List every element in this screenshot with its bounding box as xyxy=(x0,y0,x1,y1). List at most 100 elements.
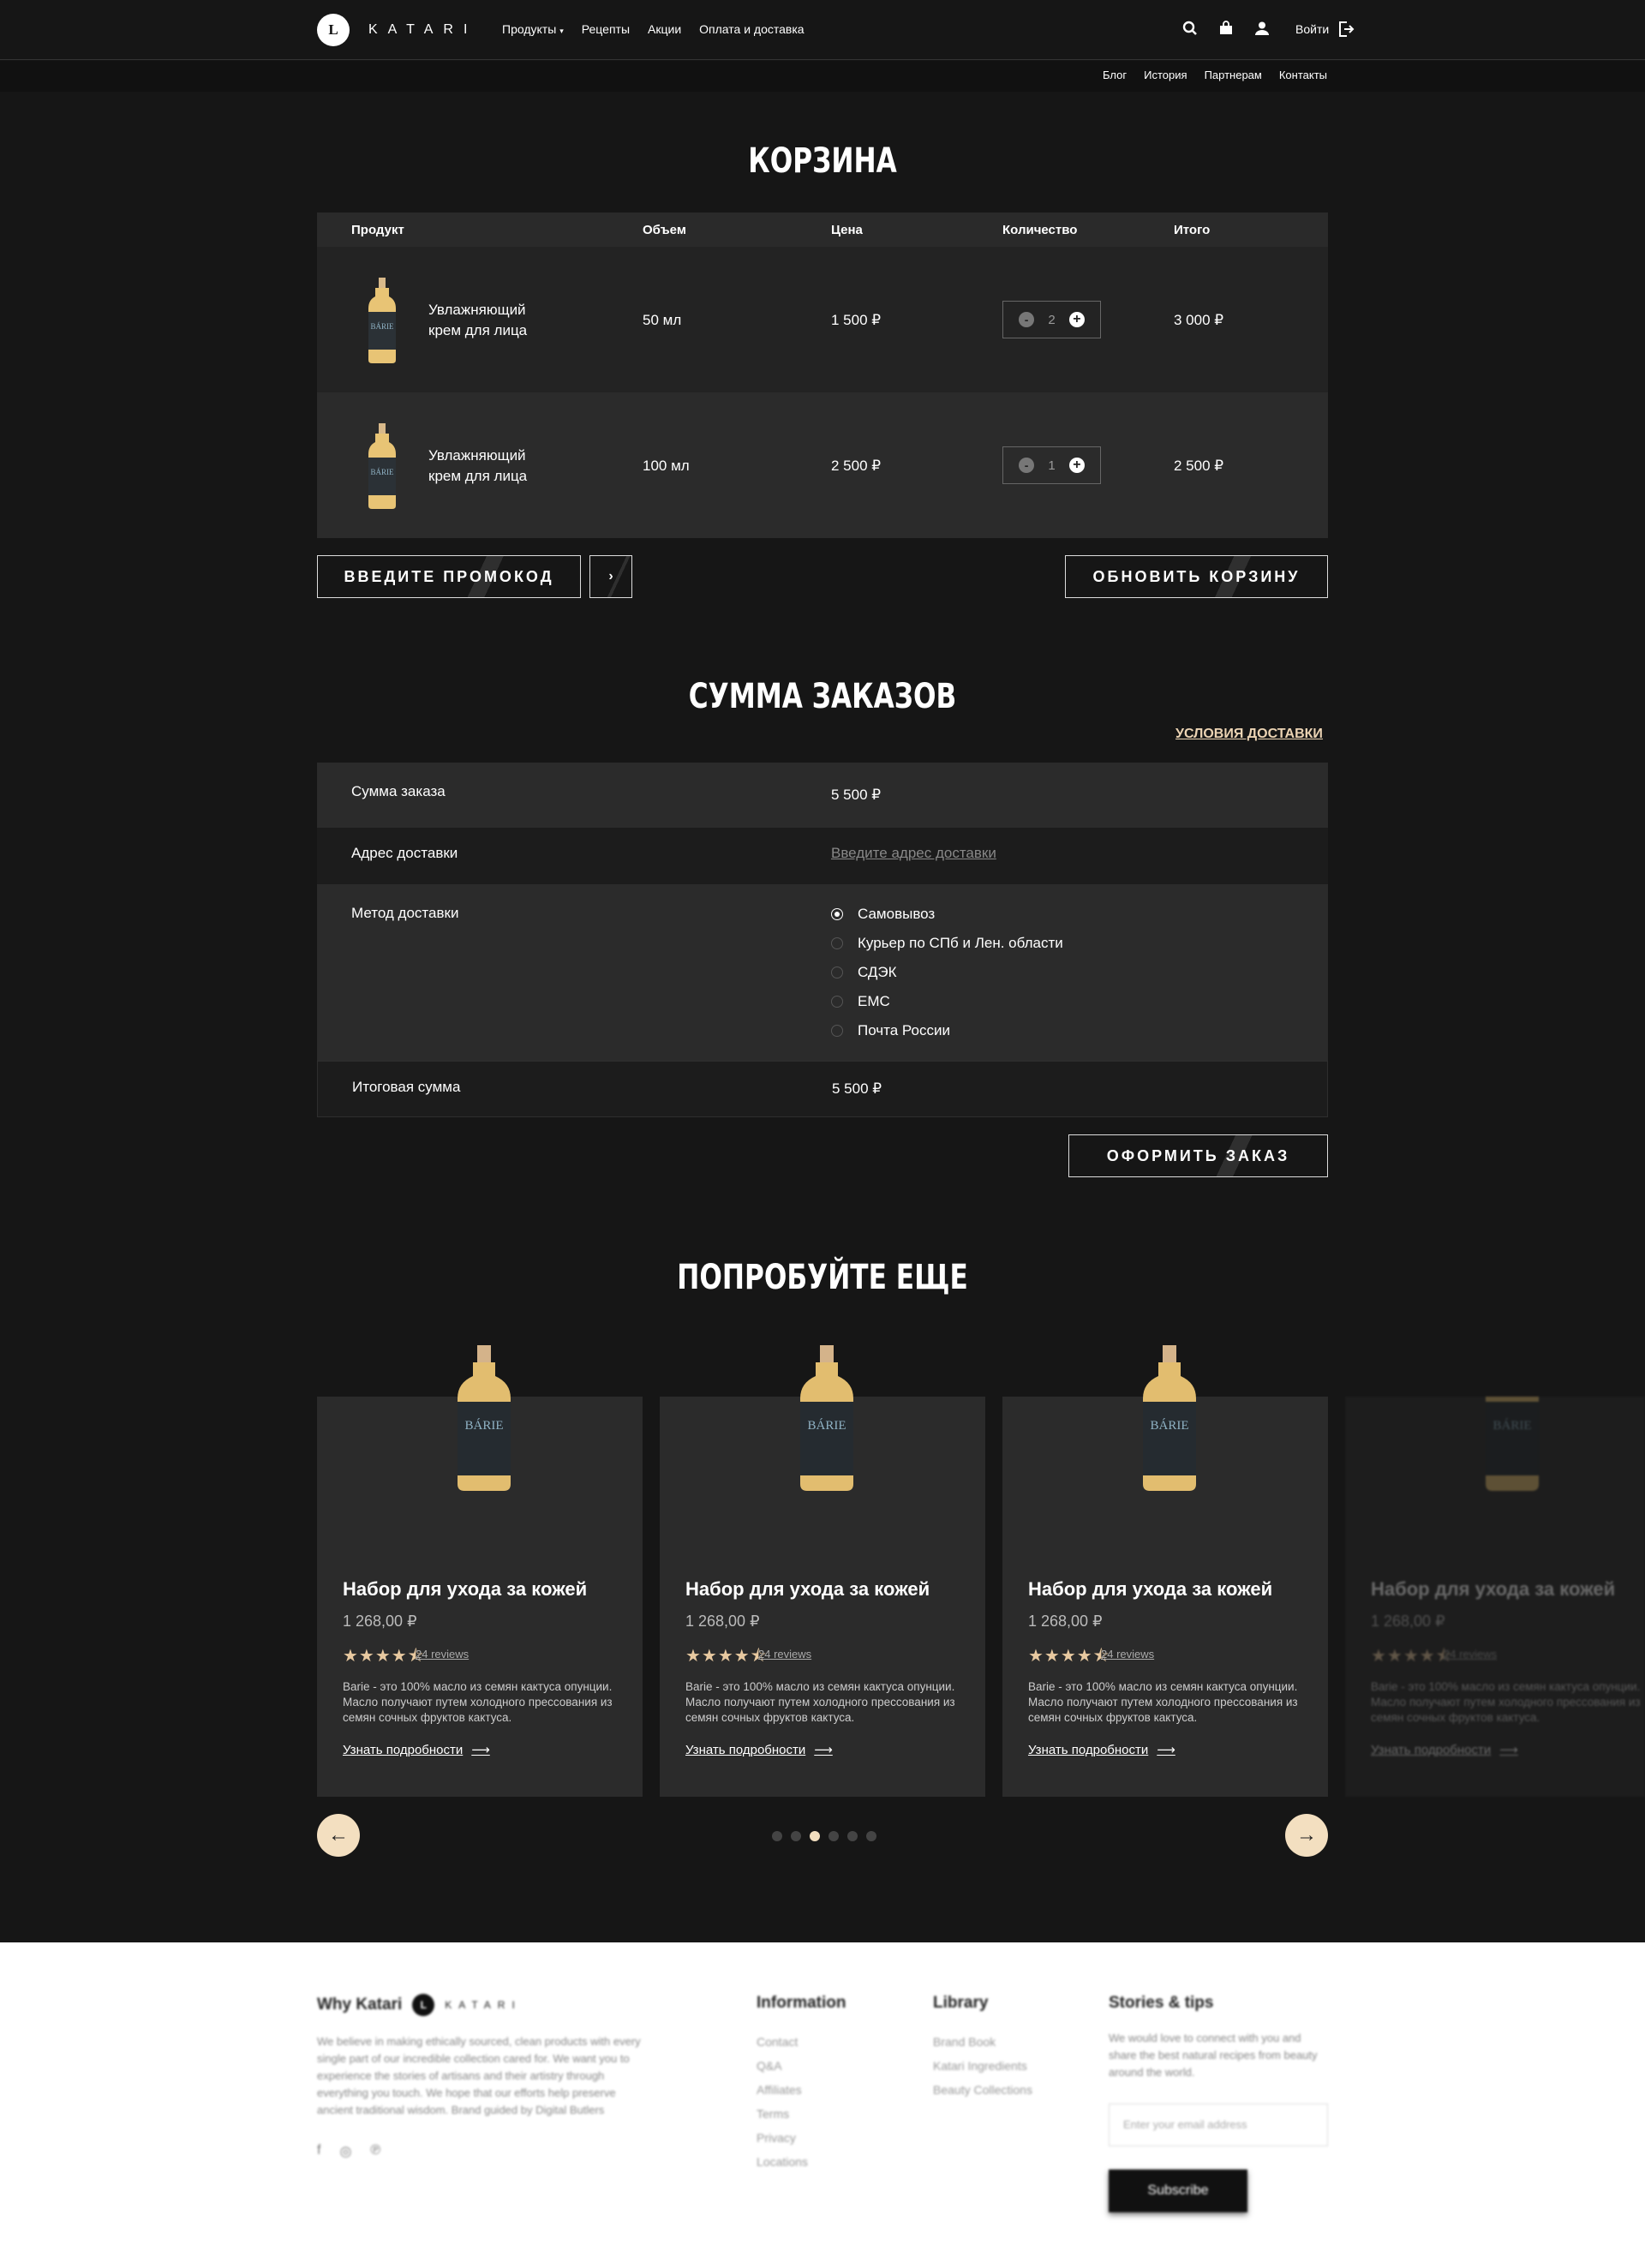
product-image[interactable]: BÁRIE xyxy=(1140,1345,1199,1491)
radio-dot xyxy=(831,908,843,920)
nav-payment-delivery[interactable]: Оплата и доставка xyxy=(699,22,804,36)
product-price: 1 268,00 ₽ xyxy=(685,1613,760,1630)
rating-stars: ★★★★⯪ xyxy=(1371,1647,1453,1666)
radio-dot xyxy=(831,996,843,1008)
carousel-dot[interactable] xyxy=(828,1831,839,1841)
chevron-down-icon: ▾ xyxy=(559,27,564,35)
product-thumbnail[interactable]: BÁRIE xyxy=(365,423,399,509)
subscribe-button[interactable]: Subscribe xyxy=(1109,2169,1247,2212)
rating-stars: ★★★★⯪ xyxy=(1028,1647,1110,1666)
search-icon[interactable] xyxy=(1181,19,1199,38)
product-card[interactable]: BÁRIE Набор для ухода за кожей 1 268,00 … xyxy=(1002,1345,1328,1797)
carousel-dot[interactable] xyxy=(791,1831,801,1841)
product-card[interactable]: BÁRIE Набор для ухода за кожей 1 268,00 … xyxy=(660,1345,985,1797)
radio-ems[interactable]: EMC xyxy=(831,987,1063,1016)
pinterest-icon[interactable]: ℗ xyxy=(370,2143,380,2160)
delivery-terms-link[interactable]: УСЛОВИЯ ДОСТАВКИ xyxy=(1175,727,1323,742)
carousel-dot-active[interactable] xyxy=(810,1831,820,1841)
footer-link[interactable]: Contact xyxy=(757,2030,846,2054)
arrow-right-icon: ⟶ xyxy=(1157,1743,1175,1757)
footer-link[interactable]: Affiliates xyxy=(757,2078,846,2102)
footer-link[interactable]: Q&A xyxy=(757,2054,846,2078)
carousel-dot[interactable] xyxy=(772,1831,782,1841)
subnav-partners[interactable]: Партнерам xyxy=(1205,69,1262,81)
product-card[interactable]: BÁRIE Набор для ухода за кожей 1 268,00 … xyxy=(317,1345,643,1797)
footer-link[interactable]: Brand Book xyxy=(933,2030,1032,2054)
minus-button[interactable]: - xyxy=(1019,458,1035,473)
minus-button[interactable]: - xyxy=(1019,312,1035,327)
carousel-prev-button[interactable]: ← xyxy=(317,1814,360,1857)
radio-pickup[interactable]: Самовывоз xyxy=(831,900,1063,929)
footer-link[interactable]: Terms xyxy=(757,2102,846,2126)
product-image[interactable]: BÁRIE xyxy=(454,1345,514,1491)
nav-sales[interactable]: Акции xyxy=(648,22,681,36)
product-title[interactable]: Набор для ухода за кожей xyxy=(1371,1578,1615,1601)
plus-button[interactable]: + xyxy=(1068,312,1085,327)
total-label: Итоговая сумма xyxy=(352,1079,461,1095)
radio-russian-post[interactable]: Почта России xyxy=(831,1016,1063,1045)
product-name[interactable]: Увлажняющий крем для лица xyxy=(428,300,557,341)
product-title[interactable]: Набор для ухода за кожей xyxy=(685,1578,930,1601)
footer-link[interactable]: Beauty Collections xyxy=(933,2078,1032,2102)
nav-products-label: Продукты xyxy=(502,22,557,36)
facebook-icon[interactable]: f xyxy=(317,2143,320,2160)
col-price: Цена xyxy=(831,223,863,237)
address-input[interactable]: Введите адрес доставки xyxy=(831,845,996,862)
recommend-title: ПОПРОБУЙТЕ ЕЩЕ xyxy=(677,1258,968,1297)
product-thumbnail[interactable]: BÁRIE xyxy=(365,278,399,363)
carousel-dot[interactable] xyxy=(847,1831,858,1841)
email-input[interactable]: Enter your email address xyxy=(1109,2103,1328,2146)
checkout-button[interactable]: ОФОРМИТЬ ЗАКАЗ xyxy=(1068,1134,1328,1177)
order-sum-value: 5 500 ₽ xyxy=(831,787,882,803)
radio-dot xyxy=(831,1025,843,1037)
svg-text:BÁRIE: BÁRIE xyxy=(371,468,395,476)
product-title[interactable]: Набор для ухода за кожей xyxy=(1028,1578,1272,1601)
learn-more-link[interactable]: Узнать подробности ⟶ xyxy=(1028,1742,1175,1758)
promo-submit-button[interactable]: › xyxy=(589,555,632,598)
product-title[interactable]: Набор для ухода за кожей xyxy=(343,1578,587,1601)
radio-dot xyxy=(831,966,843,978)
logo[interactable]: L KATARI xyxy=(317,14,477,46)
arrow-right-icon: ⟶ xyxy=(1499,1743,1518,1757)
subnav-contacts[interactable]: Контакты xyxy=(1279,69,1327,81)
order-summary-title: СУММА ЗАКАЗОВ xyxy=(688,677,957,716)
learn-more-link[interactable]: Узнать подробности ⟶ xyxy=(1371,1742,1518,1758)
learn-more-link[interactable]: Узнать подробности ⟶ xyxy=(343,1742,490,1758)
plus-button[interactable]: + xyxy=(1068,458,1085,473)
instagram-icon[interactable]: ◎ xyxy=(339,2143,351,2160)
carousel-dot[interactable] xyxy=(866,1831,876,1841)
login-link[interactable]: Войти xyxy=(1295,21,1355,38)
subnav-history[interactable]: История xyxy=(1144,69,1187,81)
reviews-link[interactable]: 24 reviews xyxy=(1444,1648,1497,1661)
reviews-link[interactable]: 24 reviews xyxy=(758,1648,811,1661)
nav-products[interactable]: Продукты ▾ xyxy=(502,22,564,36)
reviews-link[interactable]: 24 reviews xyxy=(416,1648,469,1661)
footer-link[interactable]: Katari Ingredients xyxy=(933,2054,1032,2078)
radio-cdek[interactable]: СДЭК xyxy=(831,958,1063,987)
footer-link[interactable]: Locations xyxy=(757,2150,846,2174)
nav-recipes[interactable]: Рецепты xyxy=(582,22,630,36)
product-image[interactable]: BÁRIE xyxy=(1482,1397,1542,1491)
product-image[interactable]: BÁRIE xyxy=(797,1345,857,1491)
col-volume: Объем xyxy=(643,223,686,237)
product-price: 1 268,00 ₽ xyxy=(343,1613,417,1630)
footer-link[interactable]: Privacy xyxy=(757,2126,846,2150)
quantity-value[interactable]: 1 xyxy=(1048,458,1055,473)
cart-row: BÁRIE Увлажняющий крем для лица 50 мл 1 … xyxy=(317,247,1328,392)
col-product: Продукт xyxy=(351,223,404,237)
carousel-next-button[interactable]: → xyxy=(1285,1814,1328,1857)
learn-more-link[interactable]: Узнать подробности ⟶ xyxy=(685,1742,833,1758)
product-card[interactable]: BÁRIE Набор для ухода за кожей 1 268,00 … xyxy=(1345,1397,1645,1797)
reviews-link[interactable]: 24 reviews xyxy=(1101,1648,1154,1661)
user-icon[interactable] xyxy=(1253,19,1271,38)
product-price: 2 500 ₽ xyxy=(831,458,882,474)
radio-courier[interactable]: Курьер по СПб и Лен. области xyxy=(831,929,1063,958)
quantity-value[interactable]: 2 xyxy=(1048,313,1055,327)
update-cart-button[interactable]: ОБНОВИТЬ КОРЗИНУ xyxy=(1065,555,1328,598)
promo-code-button[interactable]: ВВЕДИТЕ ПРОМОКОД xyxy=(317,555,581,598)
subnav-blog[interactable]: Блог xyxy=(1103,69,1127,81)
delivery-method-label: Метод доставки xyxy=(351,905,459,921)
shopping-bag-icon[interactable] xyxy=(1217,19,1235,38)
product-name[interactable]: Увлажняющий крем для лица xyxy=(428,446,557,487)
logout-icon xyxy=(1339,21,1355,37)
